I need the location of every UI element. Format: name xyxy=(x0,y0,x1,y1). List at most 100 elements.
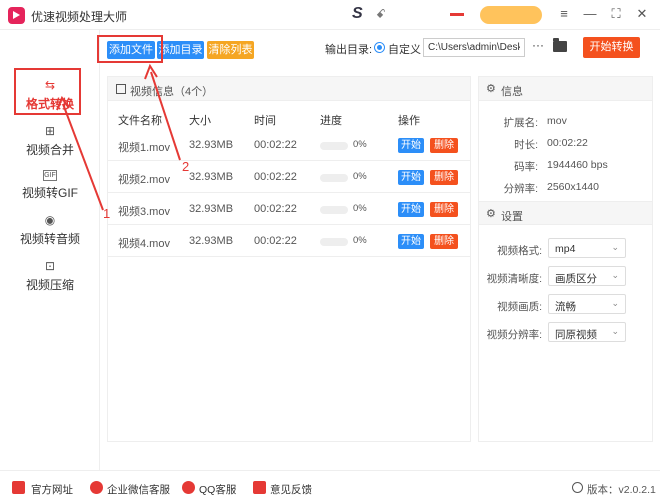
feedback-link[interactable]: 意见反馈 xyxy=(270,482,312,497)
column-header-time: 时间 xyxy=(254,115,276,127)
wechat-icon xyxy=(90,481,103,494)
info-value: mov xyxy=(547,115,567,127)
merge-icon: ⊞ xyxy=(44,124,56,138)
progress-bar xyxy=(320,206,348,214)
progress-text: 0% xyxy=(353,235,367,246)
sidebar-item-format-convert[interactable]: ⇆ 格式转换 xyxy=(0,78,100,112)
row-delete-button[interactable]: 删除 xyxy=(430,170,458,185)
row-start-button[interactable]: 开始 xyxy=(398,234,424,249)
progress-text: 0% xyxy=(353,139,367,150)
gear-icon: ⚙ xyxy=(486,83,496,95)
sidebar-item-label: 格式转换 xyxy=(25,97,74,111)
info-panel-header: ⚙ 信息 xyxy=(479,77,652,101)
gear-icon: ⚙ xyxy=(486,208,496,220)
info-value: 2560x1440 xyxy=(547,181,599,193)
footer-bar: 官方网址 企业微信客服 QQ客服 意见反馈 版本：v2.0.2.1 xyxy=(0,470,660,502)
info-value: 1944460 bps xyxy=(547,159,608,171)
sidebar-item-label: 视频转GIF xyxy=(22,186,78,200)
file-name: 视频2.mov xyxy=(118,174,170,186)
file-size: 32.93MB xyxy=(189,203,234,215)
setting-label: 视频分辨率: xyxy=(486,329,542,341)
toolbar: 添加文件 添加目录 清除列表 输出目录: 自定义 ··· 开始转换 xyxy=(100,30,660,70)
annotation-number-2: 2 xyxy=(182,159,190,174)
file-list-panel: 视频信息（4个） 文件名称 大小 时间 进度 操作 视频1.mov 32.93M… xyxy=(107,76,471,442)
sidebar-item-label: 视频合并 xyxy=(25,143,74,157)
column-header-size: 大小 xyxy=(189,115,211,127)
audio-icon: ◉ xyxy=(44,213,56,227)
compress-icon: ⊡ xyxy=(44,259,56,273)
chevron-down-icon: ⌄ xyxy=(611,326,619,336)
title-bar: 优速视频处理大师 S ꗃ ≡ — ⛶ ✕ xyxy=(0,0,660,30)
output-path-input[interactable] xyxy=(423,38,525,57)
info-label: 码率: xyxy=(514,161,538,173)
image-icon xyxy=(116,84,126,94)
table-row[interactable]: 视频4.mov 32.93MB 00:02:22 0% 开始 删除 xyxy=(108,225,470,257)
video-resolution-select[interactable]: 同原视频 ⌄ xyxy=(548,322,626,342)
setting-label: 视频画质: xyxy=(497,301,542,313)
browse-more-button[interactable]: ··· xyxy=(532,38,544,52)
table-row[interactable]: 视频2.mov 32.93MB 00:02:22 0% 开始 删除 xyxy=(108,161,470,193)
minimize-icon[interactable]: — xyxy=(582,6,598,22)
sidebar-item-video-to-gif[interactable]: GIF 视频转GIF xyxy=(0,170,100,201)
select-value: mp4 xyxy=(555,243,576,255)
convert-icon: ⇆ xyxy=(44,78,56,92)
chevron-down-icon: ⌄ xyxy=(611,298,619,308)
file-time: 00:02:22 xyxy=(254,139,297,151)
brand-logo-icon: S xyxy=(352,5,363,22)
select-value: 画质区分 xyxy=(555,273,597,285)
file-time: 00:02:22 xyxy=(254,171,297,183)
info-panel-title: 信息 xyxy=(501,86,523,98)
info-label: 分辨率: xyxy=(503,183,538,195)
video-quality-select[interactable]: 流畅 ⌄ xyxy=(548,294,626,314)
official-site-link[interactable]: 官方网址 xyxy=(31,482,73,497)
row-start-button[interactable]: 开始 xyxy=(398,170,424,185)
select-value: 同原视频 xyxy=(555,329,597,341)
file-time: 00:02:22 xyxy=(254,235,297,247)
table-row[interactable]: 视频3.mov 32.93MB 00:02:22 0% 开始 删除 xyxy=(108,193,470,225)
user-account-button[interactable] xyxy=(480,6,542,24)
video-clarity-select[interactable]: 画质区分 ⌄ xyxy=(548,266,626,286)
row-delete-button[interactable]: 删除 xyxy=(430,234,458,249)
column-header-action: 操作 xyxy=(398,115,420,127)
qq-support-link[interactable]: QQ客服 xyxy=(199,482,236,497)
video-format-select[interactable]: mp4 ⌄ xyxy=(548,238,626,258)
start-convert-button[interactable]: 开始转换 xyxy=(583,37,640,58)
sidebar-item-label: 视频压缩 xyxy=(25,278,74,292)
file-name: 视频1.mov xyxy=(118,142,170,154)
sidebar-item-video-compress[interactable]: ⊡ 视频压缩 xyxy=(0,259,100,293)
notification-indicator xyxy=(450,13,464,16)
row-start-button[interactable]: 开始 xyxy=(398,138,424,153)
add-file-highlight xyxy=(97,35,163,63)
version-label: 版本：v2.0.2.1 xyxy=(587,484,656,496)
row-delete-button[interactable]: 删除 xyxy=(430,202,458,217)
info-label: 扩展名: xyxy=(503,117,538,129)
setting-label: 视频格式: xyxy=(497,245,542,257)
menu-icon[interactable]: ≡ xyxy=(556,6,572,22)
folder-icon[interactable] xyxy=(553,38,567,52)
progress-bar xyxy=(320,174,348,182)
sidebar-item-video-to-audio[interactable]: ◉ 视频转音频 xyxy=(0,213,100,247)
custom-dir-radio[interactable] xyxy=(374,42,385,53)
feedback-icon xyxy=(253,481,266,494)
progress-text: 0% xyxy=(353,203,367,214)
brand-sub-icon: ꗃ xyxy=(376,7,386,21)
sidebar-item-video-merge[interactable]: ⊞ 视频合并 xyxy=(0,124,100,158)
annotation-number-1: 1 xyxy=(103,206,111,221)
row-delete-button[interactable]: 删除 xyxy=(430,138,458,153)
close-icon[interactable]: ✕ xyxy=(634,6,650,22)
maximize-icon[interactable]: ⛶ xyxy=(608,6,624,22)
settings-panel-header: ⚙ 设置 xyxy=(479,201,652,225)
table-row[interactable]: 视频1.mov 32.93MB 00:02:22 0% 开始 删除 xyxy=(108,129,470,161)
clear-list-button[interactable]: 清除列表 xyxy=(207,41,254,59)
sidebar-item-label: 视频转音频 xyxy=(19,232,80,246)
column-header-progress: 进度 xyxy=(320,115,342,127)
sidebar: ⇆ 格式转换 ⊞ 视频合并 GIF 视频转GIF ◉ 视频转音频 ⊡ 视频压缩 xyxy=(0,30,100,470)
add-directory-button[interactable]: 添加目录 xyxy=(157,41,204,59)
progress-text: 0% xyxy=(353,171,367,182)
settings-panel-title: 设置 xyxy=(501,211,523,223)
progress-bar xyxy=(320,142,348,150)
progress-bar xyxy=(320,238,348,246)
row-start-button[interactable]: 开始 xyxy=(398,202,424,217)
side-panels: ⚙ 信息 扩展名: mov 时长: 00:02:22 码率: 1944460 b… xyxy=(478,76,653,442)
wechat-support-link[interactable]: 企业微信客服 xyxy=(107,482,170,497)
